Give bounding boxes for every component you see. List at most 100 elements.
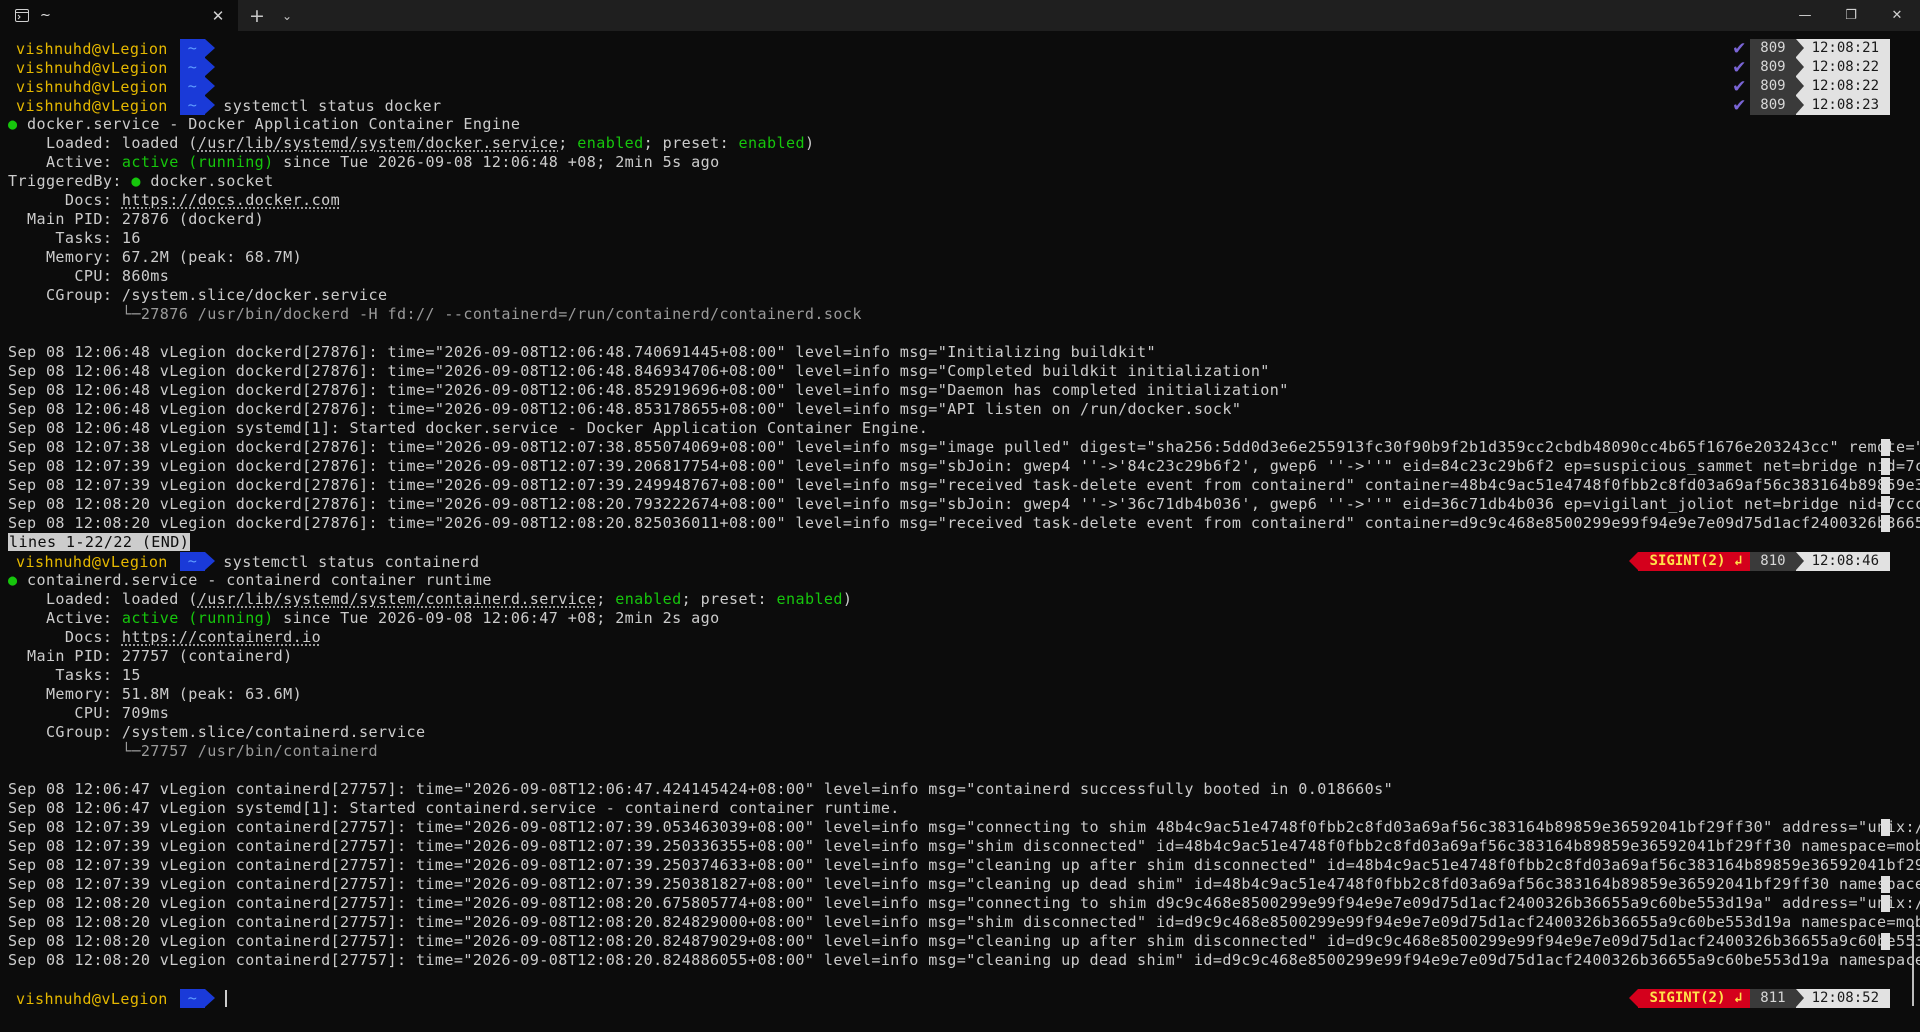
history-count: 809	[1750, 39, 1796, 58]
active-line: Active: active (running) since Tue 2026-…	[8, 609, 720, 627]
loaded-line: Loaded: loaded (/usr/lib/systemd/system/…	[8, 590, 853, 608]
docs-line: Docs: https://containerd.io	[8, 628, 322, 646]
prompt: vishnuhd@vLegion ~	[16, 39, 215, 58]
log-line: Sep 08 12:07:39 vLegion containerd[27757…	[8, 856, 1920, 874]
prompt-time: 12:08:21	[1795, 39, 1890, 58]
memory-line: Memory: 67.2M (peak: 68.7M)	[8, 248, 303, 266]
prompt-user: vishnuhd@vLegion	[16, 989, 168, 1008]
history-count: 811	[1750, 989, 1796, 1008]
text-cursor[interactable]	[225, 990, 228, 1007]
log-line: Sep 08 12:07:39 vLegion containerd[27757…	[8, 837, 1920, 855]
title-bar: ~ ✕ + ⌄ — ❐ ✕	[0, 0, 1920, 31]
signal-badge: SIGINT(2) ↲	[1628, 552, 1751, 571]
loaded-line: Loaded: loaded (/usr/lib/systemd/system/…	[8, 134, 815, 152]
log-line: Sep 08 12:08:20 vLegion containerd[27757…	[8, 932, 1920, 950]
command-text: systemctl status containerd	[223, 552, 480, 571]
prompt-user: vishnuhd@vLegion	[16, 552, 168, 571]
prompt-user: vishnuhd@vLegion	[16, 58, 168, 77]
tab-close-button[interactable]: ✕	[208, 7, 228, 25]
prompt-dir: ~	[179, 552, 215, 571]
pid-line: Main PID: 27876 (dockerd)	[8, 210, 265, 228]
status-dot-icon: ●	[8, 571, 27, 589]
cpu-line: CPU: 709ms	[8, 704, 170, 722]
triggered-line: TriggeredBy: ● docker.socket	[8, 172, 274, 190]
tasks-line: Tasks: 15	[8, 666, 141, 684]
docs-line: Docs: https://docs.docker.com	[8, 191, 341, 209]
prompt-dir: ~	[179, 58, 215, 77]
truncation-marker	[1881, 876, 1890, 893]
prompt: vishnuhd@vLegion ~	[16, 77, 215, 96]
prompt-dir: ~	[179, 989, 215, 1008]
right-prompt: ✔ 809 12:08:21	[1728, 38, 1890, 59]
history-count: 809	[1750, 77, 1796, 96]
log-line: Sep 08 12:06:48 vLegion systemd[1]: Star…	[8, 419, 929, 437]
cgroup-line: CGroup: /system.slice/containerd.service	[8, 723, 426, 741]
right-prompt: ✔ 809 12:08:23	[1728, 95, 1890, 116]
truncation-marker	[1881, 933, 1890, 950]
log-line: Sep 08 12:06:47 vLegion containerd[27757…	[8, 780, 1394, 798]
prompt-user: vishnuhd@vLegion	[16, 39, 168, 58]
log-line: Sep 08 12:06:47 vLegion systemd[1]: Star…	[8, 799, 900, 817]
active-line: Active: active (running) since Tue 2026-…	[8, 153, 720, 171]
cpu-line: CPU: 860ms	[8, 267, 170, 285]
check-icon: ✔	[1732, 38, 1747, 59]
right-prompt: SIGINT(2) ↲ 810 12:08:46	[1628, 552, 1890, 571]
prompt: vishnuhd@vLegion ~	[16, 58, 215, 77]
log-line: Sep 08 12:06:48 vLegion dockerd[27876]: …	[8, 362, 1270, 380]
truncation-marker	[1881, 439, 1890, 456]
status-dot-icon: ●	[8, 115, 27, 133]
prompt: vishnuhd@vLegion ~ systemctl status docker	[16, 96, 442, 115]
truncation-marker	[1881, 477, 1890, 494]
cgroup-child-line: └─27876 /usr/bin/dockerd -H fd:// --cont…	[8, 305, 862, 323]
truncation-marker	[1881, 496, 1890, 513]
log-line: Sep 08 12:07:39 vLegion dockerd[27876]: …	[8, 476, 1920, 494]
right-prompt: ✔ 809 12:08:22	[1728, 57, 1890, 78]
terminal-output[interactable]: vishnuhd@vLegion ~ vishnuhd@vLegion ~ vish…	[0, 31, 1920, 1032]
new-tab-button[interactable]: +	[242, 5, 272, 27]
unit-header: ● docker.service - Docker Application Co…	[8, 115, 521, 133]
prompt-time: 12:08:22	[1795, 77, 1890, 96]
history-count: 809	[1750, 96, 1796, 115]
pager-status: lines 1-22/22 (END)	[8, 533, 191, 551]
prompt-user: vishnuhd@vLegion	[16, 77, 168, 96]
terminal-icon	[14, 8, 30, 24]
prompt-user: vishnuhd@vLegion	[16, 96, 168, 115]
terminal-tab[interactable]: ~ ✕	[0, 0, 238, 31]
check-icon: ✔	[1732, 76, 1747, 97]
history-count: 810	[1750, 552, 1796, 571]
prompt-dir: ~	[179, 39, 215, 58]
log-line: Sep 08 12:08:20 vLegion dockerd[27876]: …	[8, 495, 1920, 513]
prompt-time: 12:08:46	[1795, 552, 1890, 571]
tab-title: ~	[40, 8, 51, 23]
prompt: vishnuhd@vLegion ~	[16, 989, 228, 1008]
log-line: Sep 08 12:08:20 vLegion dockerd[27876]: …	[8, 514, 1920, 532]
truncation-marker	[1881, 819, 1890, 836]
log-line: Sep 08 12:07:38 vLegion dockerd[27876]: …	[8, 438, 1920, 456]
cgroup-line: CGroup: /system.slice/docker.service	[8, 286, 388, 304]
check-icon: ✔	[1732, 95, 1747, 116]
cgroup-child-line: └─27757 /usr/bin/containerd	[8, 742, 379, 760]
scrollbar[interactable]	[1912, 926, 1914, 1006]
signal-badge: SIGINT(2) ↲	[1628, 989, 1751, 1008]
status-dot-icon: ●	[131, 172, 151, 190]
tasks-line: Tasks: 16	[8, 229, 141, 247]
log-line: Sep 08 12:06:48 vLegion dockerd[27876]: …	[8, 400, 1242, 418]
minimize-button[interactable]: —	[1782, 0, 1828, 31]
tab-dropdown-button[interactable]: ⌄	[272, 9, 302, 23]
check-icon: ✔	[1732, 57, 1747, 78]
truncation-marker	[1881, 515, 1890, 532]
history-count: 809	[1750, 58, 1796, 77]
restore-button[interactable]: ❐	[1828, 0, 1874, 31]
docs-link[interactable]: https://containerd.io	[122, 628, 321, 646]
prompt-dir: ~	[179, 96, 215, 115]
log-line: Sep 08 12:08:20 vLegion containerd[27757…	[8, 913, 1920, 931]
unit-header: ● containerd.service - containerd contai…	[8, 571, 492, 589]
log-line: Sep 08 12:07:39 vLegion containerd[27757…	[8, 818, 1920, 836]
prompt-time: 12:08:23	[1795, 96, 1890, 115]
docs-link[interactable]: https://docs.docker.com	[122, 191, 340, 209]
log-line: Sep 08 12:08:20 vLegion containerd[27757…	[8, 894, 1920, 912]
prompt-time: 12:08:22	[1795, 58, 1890, 77]
log-line: Sep 08 12:08:20 vLegion containerd[27757…	[8, 951, 1920, 969]
close-window-button[interactable]: ✕	[1874, 0, 1920, 31]
log-line: Sep 08 12:06:48 vLegion dockerd[27876]: …	[8, 343, 1156, 361]
